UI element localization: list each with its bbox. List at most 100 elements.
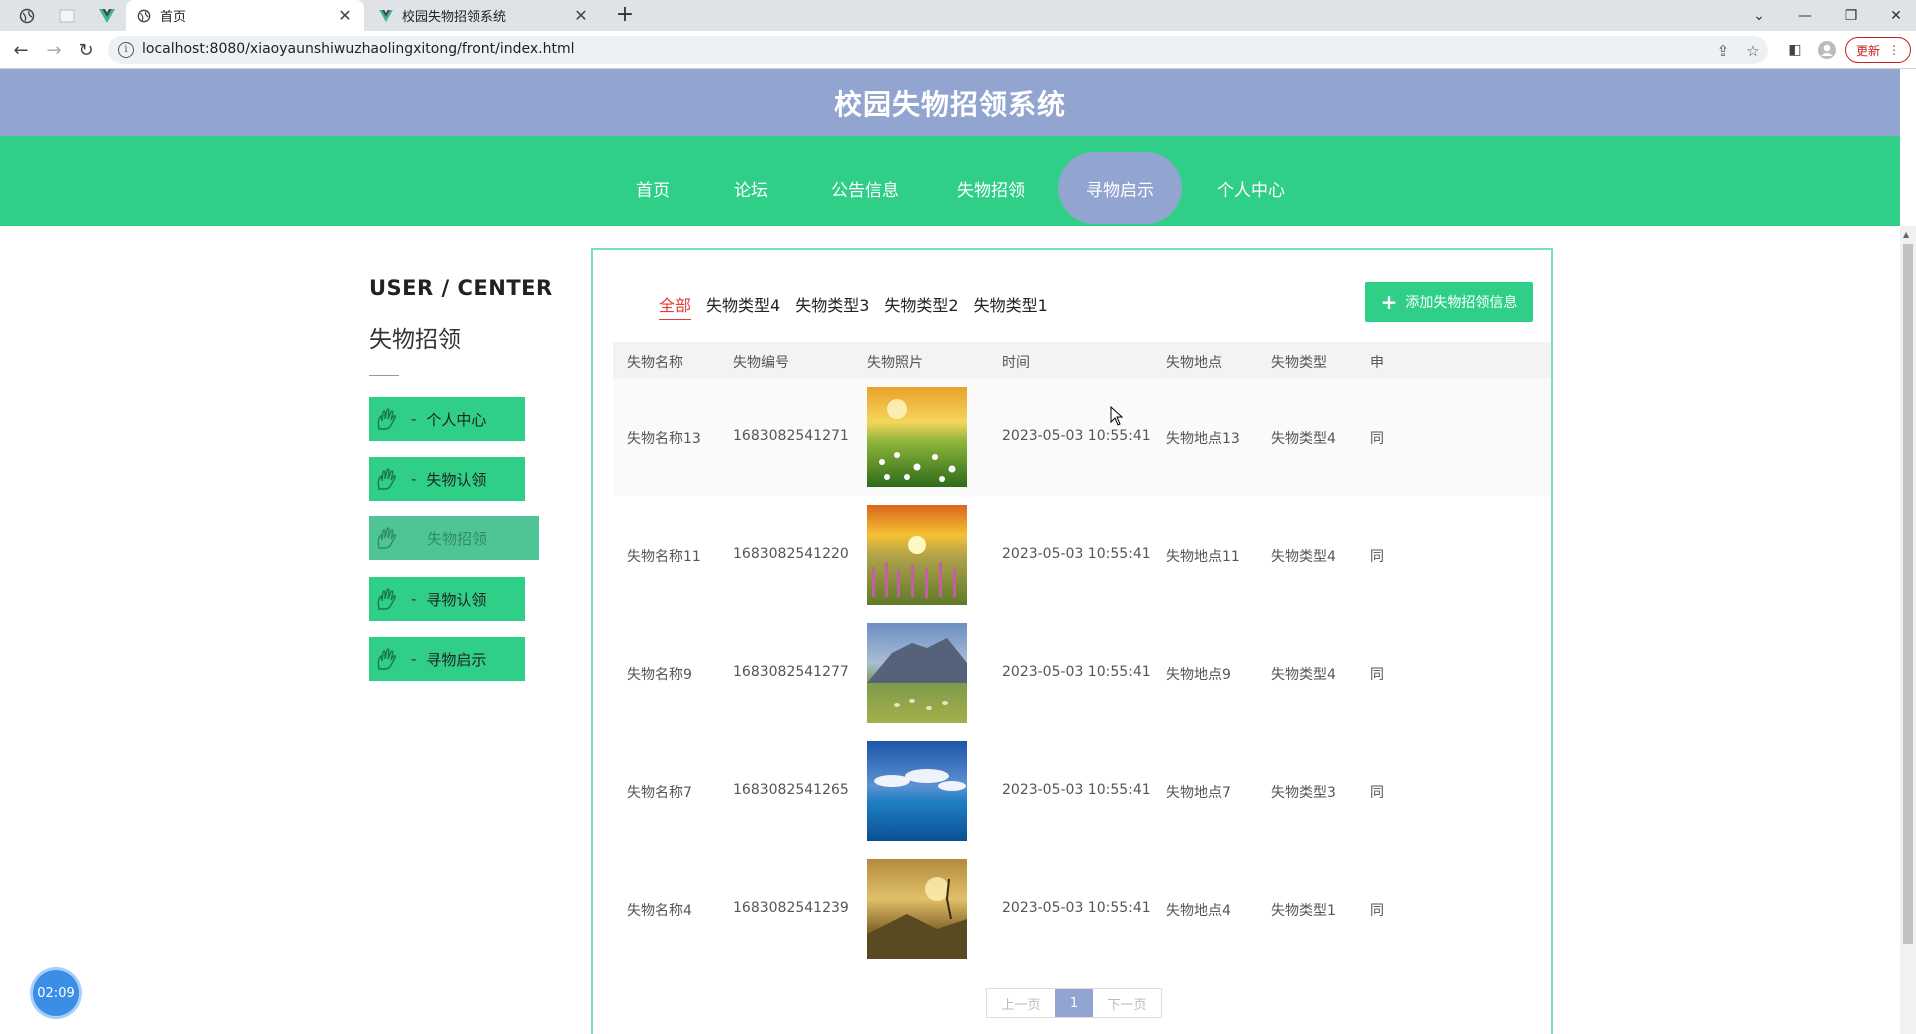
scrollbar-thumb[interactable] (1903, 244, 1913, 944)
hand-icon (375, 587, 403, 611)
page-number-current[interactable]: 1 (1055, 989, 1093, 1017)
filter-type-1[interactable]: 失物类型1 (974, 292, 1048, 320)
nav-forum[interactable]: 论坛 (718, 152, 784, 224)
nav-seek-notice[interactable]: 寻物启示 (1058, 152, 1182, 224)
sidebar-item-label: 寻物启示 (426, 650, 487, 669)
nav-user-center[interactable]: 个人中心 (1206, 152, 1296, 224)
filter-all[interactable]: 全部 (659, 292, 692, 320)
update-button[interactable]: 更新 ⋮ (1845, 37, 1911, 63)
timer-badge[interactable]: 02:09 (33, 970, 79, 1016)
url-bar[interactable]: i localhost:8080/xiaoyaunshiwuzhaolingxi… (108, 36, 1768, 64)
item-photo[interactable] (867, 505, 967, 605)
nav-announcements[interactable]: 公告信息 (820, 152, 910, 224)
new-tab-button[interactable]: + (613, 4, 637, 28)
item-photo[interactable] (867, 741, 967, 841)
scroll-up-arrow-icon[interactable]: ▲ (1903, 230, 1909, 239)
item-name: 失物名称11 (627, 549, 701, 565)
profile-icon[interactable] (1815, 38, 1839, 62)
item-extra: 同 (1370, 431, 1384, 447)
url-text[interactable]: localhost:8080/xiaoyaunshiwuzhaolingxito… (142, 41, 575, 57)
tab-home[interactable]: 首页 ✕ (126, 0, 364, 31)
mouse-cursor-icon (1110, 406, 1124, 426)
table-header: 失物名称 失物编号 失物照片 时间 失物地点 失物类型 申 (613, 342, 1551, 378)
dash-separator: - (411, 590, 417, 608)
item-extra: 同 (1370, 903, 1384, 919)
tab-title: 校园失物招领系统 (402, 10, 507, 25)
tab-system[interactable]: 校园失物招领系统 ✕ (368, 0, 600, 31)
hand-icon (375, 526, 403, 550)
dash-separator: - (411, 650, 417, 668)
item-photo[interactable] (867, 859, 967, 959)
next-page-button[interactable]: 下一页 (1093, 989, 1161, 1017)
site-title: 校园失物招领系统 (833, 87, 1066, 121)
item-type: 失物类型3 (1271, 785, 1336, 801)
restore-icon[interactable]: ❐ (1828, 0, 1874, 31)
item-type: 失物类型1 (1271, 903, 1336, 919)
pinned-tab-vue[interactable] (92, 4, 122, 28)
table-row[interactable]: 失物名称11 1683082541220 2023-05-03 10:55:41… (613, 496, 1551, 614)
column-header: 失物类型 (1271, 355, 1327, 371)
item-photo[interactable] (867, 387, 967, 487)
sidebar-item-label: 寻物认领 (426, 590, 487, 609)
prev-page-button[interactable]: 上一页 (987, 989, 1055, 1017)
item-type: 失物类型4 (1271, 431, 1336, 447)
site-info-icon[interactable]: i (118, 42, 134, 58)
main-nav: 首页 论坛 公告信息 失物招领 寻物启示 个人中心 (0, 136, 1900, 226)
tab-title: 首页 (160, 10, 187, 25)
item-time: 2023-05-03 10:55:41 (1002, 546, 1151, 562)
item-code: 1683082541277 (733, 664, 849, 680)
sidebar-divider (369, 375, 399, 376)
sidebar-item-user-center[interactable]: - 个人中心 (369, 397, 525, 441)
plus-icon: + (1380, 290, 1398, 314)
table-row[interactable]: 失物名称13 1683082541271 2023-05-03 10:55:41… (613, 378, 1551, 496)
pinned-tab-globe[interactable] (12, 4, 42, 28)
item-place: 失物地点4 (1166, 903, 1231, 919)
column-header: 失物照片 (867, 355, 923, 371)
sidebar-subtitle: 失物招领 (369, 327, 461, 353)
forward-arrow-icon[interactable]: → (42, 38, 66, 62)
address-toolbar: ← → ↻ i localhost:8080/xiaoyaunshiwuzhao… (0, 31, 1916, 69)
item-time: 2023-05-03 10:55:41 (1002, 664, 1151, 680)
add-lost-item-button[interactable]: + 添加失物招领信息 (1365, 282, 1533, 322)
item-photo[interactable] (867, 623, 967, 723)
filter-type-2[interactable]: 失物类型2 (884, 292, 958, 320)
sidebar-item-label: 个人中心 (426, 410, 487, 429)
close-icon[interactable]: ✕ (572, 6, 590, 25)
sidebar-item-claim-seek[interactable]: - 寻物认领 (369, 577, 525, 621)
close-icon[interactable]: ✕ (336, 6, 354, 25)
column-header: 失物编号 (733, 355, 789, 371)
side-panel-icon[interactable]: ◧ (1783, 38, 1807, 62)
column-header: 失物名称 (627, 355, 683, 371)
tab-search-icon[interactable]: ⌄ (1736, 0, 1782, 31)
sidebar-heading: USER / CENTER (369, 276, 553, 300)
window-close-icon[interactable]: ✕ (1873, 0, 1916, 31)
item-extra: 同 (1370, 549, 1384, 565)
column-header: 申 (1370, 355, 1384, 371)
type-filter-bar: 全部 失物类型4 失物类型3 失物类型2 失物类型1 (659, 292, 1063, 320)
nav-home[interactable]: 首页 (620, 152, 686, 224)
table-row[interactable]: 失物名称7 1683082541265 2023-05-03 10:55:41 … (613, 732, 1551, 850)
reload-icon[interactable]: ↻ (74, 38, 98, 62)
table-row[interactable]: 失物名称9 1683082541277 2023-05-03 10:55:41 … (613, 614, 1551, 732)
item-name: 失物名称13 (627, 431, 701, 447)
sidebar-item-claim-lost[interactable]: - 失物认领 (369, 457, 525, 501)
item-type: 失物类型4 (1271, 667, 1336, 683)
share-icon[interactable]: ⇪ (1714, 42, 1732, 60)
item-extra: 同 (1370, 785, 1384, 801)
filter-type-3[interactable]: 失物类型3 (795, 292, 869, 320)
sidebar-item-label: 失物认领 (426, 470, 487, 489)
sidebar-item-lost-found[interactable]: 失物招领 (369, 516, 539, 560)
table-row[interactable]: 失物名称4 1683082541239 2023-05-03 10:55:41 … (613, 850, 1551, 968)
browser-tab-strip: 首页 ✕ 校园失物招领系统 ✕ + ⌄ — ❐ ✕ (0, 0, 1916, 31)
star-icon[interactable]: ☆ (1744, 42, 1762, 60)
hand-icon (375, 407, 403, 431)
item-code: 1683082541239 (733, 900, 849, 916)
minimize-icon[interactable]: — (1782, 0, 1828, 31)
back-arrow-icon[interactable]: ← (9, 38, 33, 62)
sidebar-item-seek-notice[interactable]: - 寻物启示 (369, 637, 525, 681)
pinned-tab-blank[interactable] (52, 4, 82, 28)
filter-type-4[interactable]: 失物类型4 (706, 292, 780, 320)
nav-lost-found[interactable]: 失物招领 (946, 152, 1036, 224)
item-place: 失物地点7 (1166, 785, 1231, 801)
item-code: 1683082541271 (733, 428, 849, 444)
